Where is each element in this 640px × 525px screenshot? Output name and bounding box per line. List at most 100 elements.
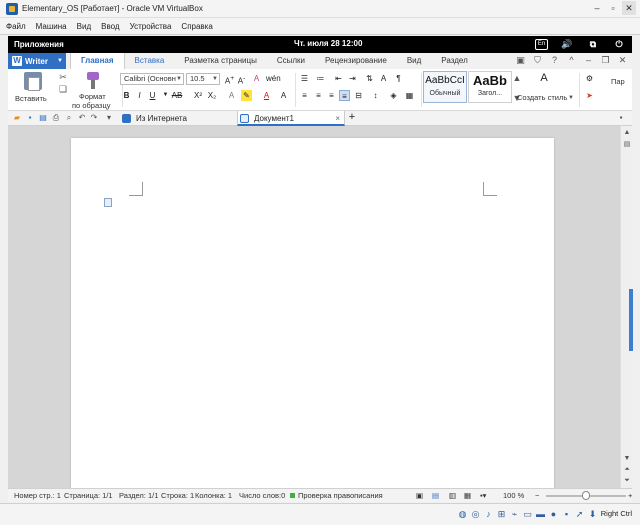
zoom-out-icon[interactable]: − xyxy=(535,489,539,502)
maximize-icon[interactable]: ▫ xyxy=(606,1,620,15)
previous-page-icon[interactable]: ⏶ xyxy=(622,465,632,474)
status-word-count[interactable]: Число слов:0 xyxy=(239,489,285,502)
grow-font-icon[interactable]: A+ xyxy=(224,73,235,86)
status-section[interactable]: Раздел: 1/1 xyxy=(119,489,158,502)
help-icon[interactable]: ? xyxy=(549,55,560,66)
zoom-slider-handle[interactable] xyxy=(582,491,590,500)
menu-file[interactable]: Файл xyxy=(6,22,26,31)
asian-layout-icon[interactable]: A xyxy=(378,73,389,84)
borders-icon[interactable]: ▦ xyxy=(404,90,415,101)
tab-section[interactable]: Раздел xyxy=(431,53,477,69)
shirt-icon[interactable]: ⛉ xyxy=(532,55,543,66)
tab-page-layout[interactable]: Разметка страницы xyxy=(174,53,267,69)
style-normal[interactable]: AaBbCcI Обычный xyxy=(423,71,467,103)
doc-tab-online[interactable]: Из Интернета xyxy=(120,111,236,126)
text-tools-icon[interactable]: ⚙ xyxy=(584,73,595,84)
display-icon[interactable]: ▬ xyxy=(535,508,546,520)
styles-scroll-up-icon[interactable]: ▲ xyxy=(512,73,522,83)
open-folder-icon[interactable]: ▰ xyxy=(12,113,22,123)
optical-drive-icon[interactable]: ◎ xyxy=(470,508,481,520)
zoom-in-icon[interactable]: + xyxy=(628,489,632,502)
new-tab-button[interactable]: + xyxy=(347,112,357,123)
print-icon[interactable]: ⎙ xyxy=(51,113,61,123)
scroll-up-icon[interactable]: ▲ xyxy=(622,128,632,137)
network-icon[interactable]: ⧉ xyxy=(586,38,600,50)
tab-references[interactable]: Ссылки xyxy=(267,53,315,69)
usb-icon[interactable]: ⌁ xyxy=(509,508,520,520)
font-size-select[interactable]: 10.5 ▼ xyxy=(186,73,220,85)
next-page-icon[interactable]: ⏷ xyxy=(622,476,632,485)
vertical-scrollbar[interactable]: ▲ ▤ ▼ ⏶ ⏷ xyxy=(620,126,633,488)
create-style-icon[interactable]: A xyxy=(537,73,551,84)
menu-machine[interactable]: Машина xyxy=(36,22,67,31)
tab-review[interactable]: Рецензирование xyxy=(315,53,397,69)
format-painter-label-1[interactable]: Формат xyxy=(79,92,106,101)
audio-icon[interactable]: ♪ xyxy=(483,508,494,520)
shrink-font-icon[interactable]: A- xyxy=(236,73,247,86)
close-tab-icon[interactable]: × xyxy=(335,111,340,126)
copy-icon[interactable]: ❏ xyxy=(58,84,68,94)
phonetic-guide-icon[interactable]: wén xyxy=(266,73,281,84)
hard-disk-icon[interactable]: ◍ xyxy=(457,508,468,520)
host-key-icon[interactable]: ⬇ xyxy=(587,508,598,520)
status-page[interactable]: Страница: 1/1 xyxy=(64,489,113,502)
status-line[interactable]: Строка: 1 xyxy=(161,489,194,502)
chevron-down-icon[interactable]: ▼ xyxy=(566,93,576,103)
character-border-icon[interactable]: A xyxy=(278,90,289,101)
italic-button[interactable]: I xyxy=(134,90,145,101)
save-icon[interactable]: ▪ xyxy=(25,113,35,123)
status-column[interactable]: Колонка: 1 xyxy=(195,489,232,502)
align-left-icon[interactable]: ≡ xyxy=(299,90,310,101)
decrease-indent-icon[interactable]: ⇤ xyxy=(333,73,344,84)
shading-icon[interactable]: ◈ xyxy=(388,90,399,101)
select-icon[interactable]: ➤ xyxy=(584,90,595,101)
subscript-button[interactable]: X₂ xyxy=(206,90,218,101)
zoom-level[interactable]: 100 % xyxy=(503,489,524,502)
tab-list-icon[interactable]: ▪ xyxy=(616,113,626,123)
align-justify-icon[interactable]: ≡ xyxy=(339,90,350,101)
customize-toolbar-icon[interactable]: ▾ xyxy=(104,113,114,123)
read-view-icon[interactable]: ▥ xyxy=(449,489,456,502)
page-view-icon[interactable]: ▤ xyxy=(432,489,439,502)
document-page[interactable] xyxy=(71,138,554,490)
style-heading[interactable]: AaBb Загол... xyxy=(468,71,512,103)
create-style-button[interactable]: Создать стиль xyxy=(517,93,567,102)
scroll-down-icon[interactable]: ▼ xyxy=(622,454,632,463)
paragraph-options-icon[interactable] xyxy=(104,198,112,207)
web-view-icon[interactable]: ▦ xyxy=(464,489,471,502)
doc-tab-document1[interactable]: Документ1 × xyxy=(237,111,345,126)
tab-home[interactable]: Главная xyxy=(70,53,125,69)
applications-menu[interactable]: Приложения xyxy=(14,40,64,49)
underline-button[interactable]: U xyxy=(147,90,158,101)
align-center-icon[interactable]: ≡ xyxy=(313,90,324,101)
bullet-list-icon[interactable]: ☰ xyxy=(299,73,310,84)
tab-view[interactable]: Вид xyxy=(397,53,431,69)
show-marks-icon[interactable]: ¶ xyxy=(393,73,404,84)
align-right-icon[interactable]: ≡ xyxy=(326,90,337,101)
cut-icon[interactable]: ✂ xyxy=(58,72,68,82)
panel-clock[interactable]: Чт. июля 28 12:00 xyxy=(294,39,362,48)
power-icon[interactable]: ⏻ xyxy=(612,38,626,50)
full-screen-icon[interactable]: ▪▾ xyxy=(480,489,486,502)
format-painter-icon[interactable] xyxy=(84,72,102,90)
page-view-icon[interactable]: ▤ xyxy=(622,140,632,149)
menu-help[interactable]: Справка xyxy=(181,22,212,31)
close-icon[interactable]: ✕ xyxy=(617,55,628,66)
font-name-select[interactable]: Calibri (Основн ▼ xyxy=(120,73,184,85)
video-capture-icon[interactable]: ● xyxy=(548,508,559,520)
tab-insert[interactable]: Вставка xyxy=(125,53,175,69)
paste-icon[interactable] xyxy=(24,72,42,91)
paste-button[interactable]: Вставить xyxy=(15,94,47,103)
distributed-align-icon[interactable]: ⊟ xyxy=(353,90,364,101)
shared-folders-icon[interactable]: ▭ xyxy=(522,508,533,520)
close-icon[interactable]: ✕ xyxy=(622,1,636,15)
skin-icon[interactable]: ▣ xyxy=(515,55,526,66)
scroll-thumb[interactable] xyxy=(629,289,633,351)
menu-devices[interactable]: Устройства xyxy=(130,22,172,31)
font-color-icon[interactable]: A xyxy=(261,90,272,101)
export-pdf-icon[interactable]: ▤ xyxy=(38,113,48,123)
print-preview-icon[interactable]: ⌕ xyxy=(64,113,74,123)
menu-view[interactable]: Вид xyxy=(77,22,91,31)
layout-view-icon[interactable]: ▣ xyxy=(416,489,423,502)
minimize-icon[interactable]: – xyxy=(590,1,604,15)
